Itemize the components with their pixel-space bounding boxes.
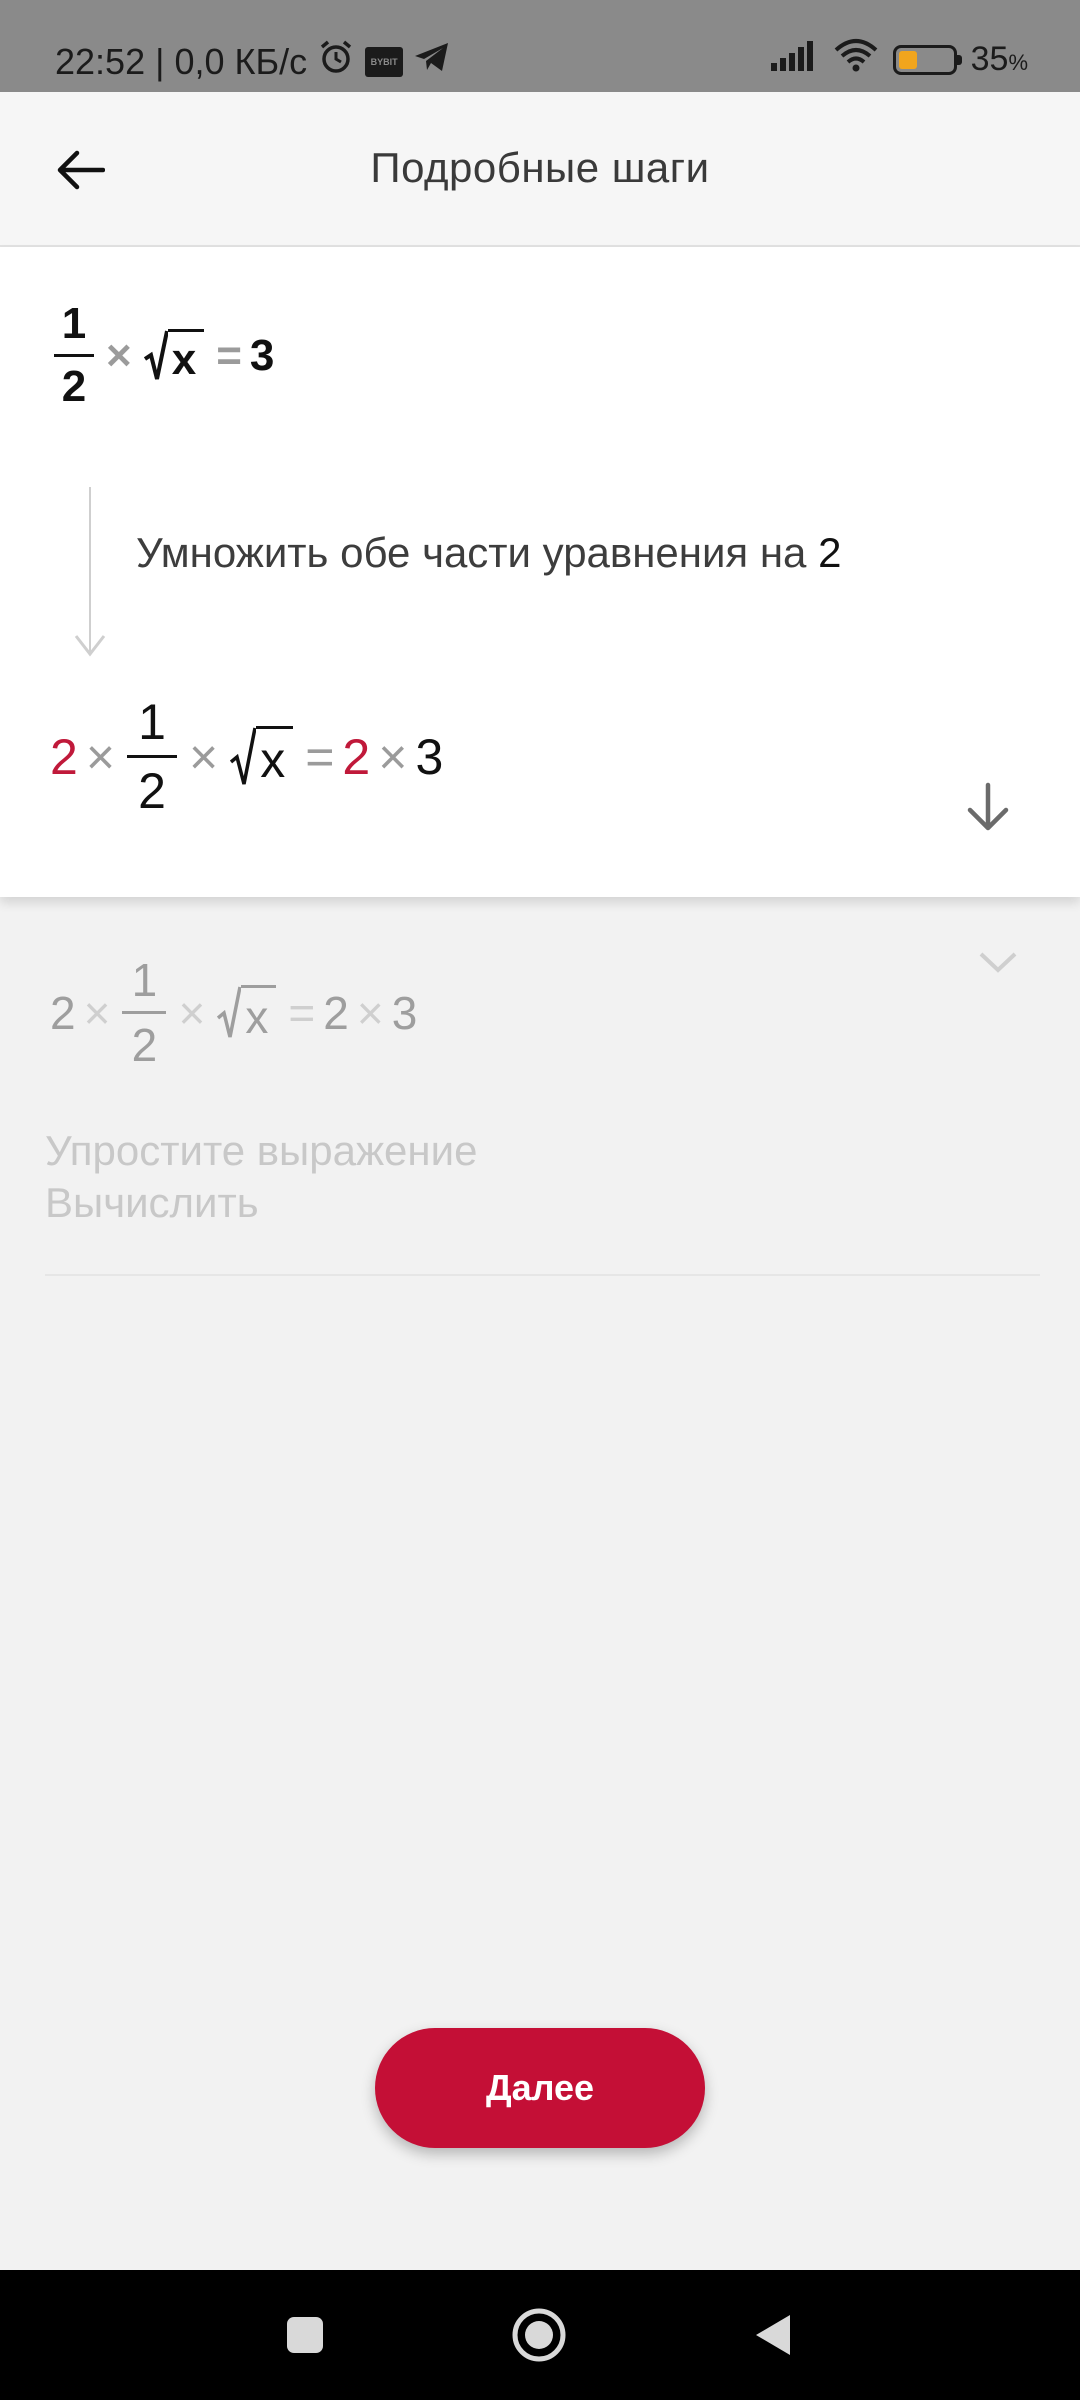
arrow-down-connector-icon <box>74 635 106 657</box>
equals-sign: = <box>305 728 335 785</box>
next-step-line1: Упростите выражение <box>45 1127 478 1174</box>
equals-sign: = <box>288 986 316 1039</box>
telegram-icon <box>413 40 451 83</box>
rhs-value: 3 <box>415 728 444 785</box>
status-left: 22:52 | 0,0 КБ/с BYBIT <box>55 38 451 85</box>
battery-icon <box>892 44 962 75</box>
battery-percent: 35% <box>970 40 1028 78</box>
expand-step-button[interactable] <box>968 937 1028 987</box>
times-sign: × <box>356 986 384 1039</box>
right-factor: 2 <box>342 728 371 785</box>
chevron-down-icon <box>979 952 1017 973</box>
status-bar: 22:52 | 0,0 КБ/с BYBIT 35% <box>0 0 1080 92</box>
right-factor: 2 <box>323 986 349 1039</box>
home-button[interactable] <box>479 2270 599 2400</box>
square-icon <box>287 2317 323 2353</box>
back-nav-button[interactable] <box>713 2270 833 2400</box>
recents-button[interactable] <box>245 2270 365 2400</box>
next-button[interactable]: Далее <box>375 2028 705 2148</box>
wifi-icon <box>833 38 879 81</box>
radical-icon <box>217 986 242 1037</box>
rhs-value: 3 <box>391 986 418 1039</box>
equation-result: 2 × 1 2 × x = 2 × 3 <box>50 697 443 816</box>
square-root: x <box>230 725 294 788</box>
triangle-back-icon <box>756 2315 790 2355</box>
times-sign: × <box>106 330 132 380</box>
next-step-line2: Вычислить <box>45 1179 259 1226</box>
fraction: 1 2 <box>122 957 167 1068</box>
status-right: 35% <box>769 38 1028 81</box>
equation-next: 2 × 1 2 × x = 2 × 3 <box>50 957 417 1068</box>
times-sign: × <box>85 728 116 785</box>
current-step-card: 1 2 × x = 3 Умножить обе части уравнения… <box>0 247 1080 897</box>
signal-icon <box>769 39 819 80</box>
app-header: Подробные шаги <box>0 92 1080 247</box>
next-step-description: Упростите выражение Вычислить <box>45 1125 477 1229</box>
arrow-down-icon <box>967 782 1009 831</box>
divider <box>45 1274 1040 1276</box>
equals-sign: = <box>216 330 242 380</box>
square-root: x <box>143 328 205 383</box>
expand-next-button[interactable] <box>958 777 1018 837</box>
times-sign: × <box>178 986 206 1039</box>
times-sign: × <box>378 728 408 785</box>
square-root: x <box>217 984 277 1041</box>
bybit-icon: BYBIT <box>365 46 404 77</box>
system-navigation-bar <box>0 2270 1080 2400</box>
fraction: 1 2 <box>54 302 94 409</box>
fraction: 1 2 <box>127 697 178 816</box>
radical-icon <box>143 330 168 379</box>
alarm-icon <box>317 38 355 85</box>
circle-home-icon <box>512 2308 566 2362</box>
step-connector-line <box>89 487 91 652</box>
next-step-preview[interactable]: 2 × 1 2 × x = 2 × 3 Упростите выражение … <box>0 897 1080 1277</box>
times-sign: × <box>189 728 219 785</box>
left-factor: 2 <box>50 986 76 1039</box>
battery-level <box>898 50 917 69</box>
times-sign: × <box>83 986 111 1039</box>
radical-icon <box>230 727 257 784</box>
page-title: Подробные шаги <box>370 144 710 191</box>
step-description: Умножить обе части уравнения на 2 <box>136 529 842 576</box>
status-time-speed: 22:52 | 0,0 КБ/с <box>55 40 308 82</box>
left-factor: 2 <box>50 728 78 785</box>
equation-initial: 1 2 × x = 3 <box>50 302 274 409</box>
rhs-value: 3 <box>249 330 275 380</box>
